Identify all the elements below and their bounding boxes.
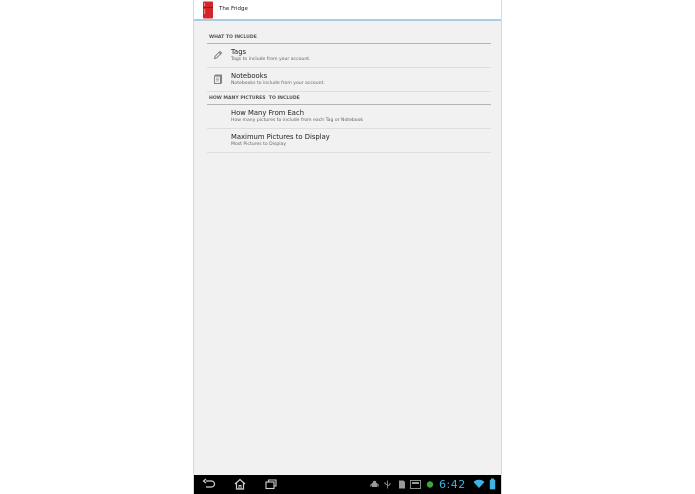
usb-icon bbox=[384, 480, 391, 489]
pref-how-many-from-each[interactable]: How Many From Each How many pictures to … bbox=[207, 105, 491, 129]
pref-summary: Most Pictures to Display bbox=[231, 142, 287, 147]
pref-summary: Notebooks to include from your account. bbox=[231, 81, 325, 86]
home-button[interactable] bbox=[233, 478, 247, 490]
battery-saver-icon bbox=[426, 481, 434, 488]
pref-summary: How many pictures to include from each T… bbox=[231, 118, 364, 123]
section-header-how-many-pictures: How many pictures to include bbox=[207, 95, 491, 105]
screenshot-icon bbox=[410, 480, 421, 489]
notebook-icon bbox=[214, 74, 222, 84]
wifi-icon bbox=[473, 479, 485, 488]
fridge-app-icon[interactable] bbox=[202, 1, 214, 19]
android-debug-icon bbox=[370, 480, 379, 487]
pref-maximum-pictures[interactable]: Maximum Pictures to Display Most Picture… bbox=[207, 129, 491, 153]
pencil-tag-icon bbox=[213, 50, 223, 60]
battery-icon bbox=[489, 478, 496, 490]
section-header-label: How many pictures to include bbox=[209, 96, 300, 101]
sd-card-icon bbox=[399, 480, 405, 489]
pref-title: Notebooks bbox=[231, 72, 268, 80]
status-clock: 6:42 bbox=[439, 478, 466, 491]
pref-title: Maximum Pictures to Display bbox=[231, 133, 330, 141]
app-title: The Fridge bbox=[219, 6, 248, 12]
pref-title: Tags bbox=[231, 48, 247, 56]
recent-apps-button[interactable] bbox=[264, 478, 278, 490]
pref-notebooks[interactable]: Notebooks Notebooks to include from your… bbox=[207, 68, 491, 92]
back-button[interactable] bbox=[202, 478, 216, 490]
pref-title: How Many From Each bbox=[231, 109, 305, 117]
pref-tags[interactable]: Tags Tags to include from your account. bbox=[207, 44, 491, 68]
device-screen: The Fridge What to Include Tags Tags to … bbox=[193, 0, 502, 494]
pref-summary: Tags to include from your account. bbox=[231, 57, 311, 62]
section-header-what-to-include: What to Include bbox=[207, 34, 491, 44]
action-bar: The Fridge bbox=[194, 0, 501, 21]
system-navigation-bar: 6:42 bbox=[194, 475, 501, 494]
preferences-list: What to Include Tags Tags to include fro… bbox=[207, 34, 491, 153]
